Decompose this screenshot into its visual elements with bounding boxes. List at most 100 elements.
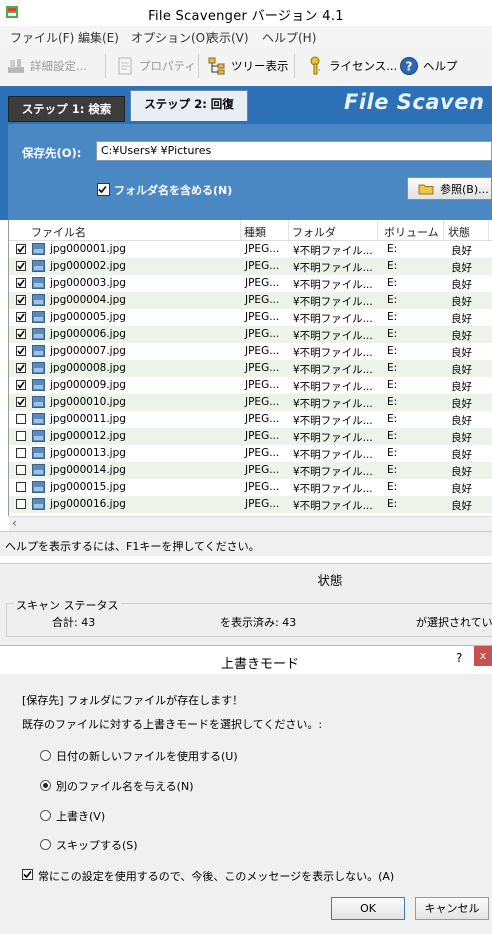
table-row[interactable]: jpg000009.jpg JPEG... ¥不明ファイル... E: 良好 — [9, 377, 492, 394]
image-file-icon — [32, 294, 45, 306]
radio-use-newer-label[interactable]: 日付の新しいファイルを使用する(U) — [56, 748, 238, 764]
file-name: jpg000003.jpg — [50, 277, 126, 289]
column-divider — [488, 220, 489, 240]
row-checkbox[interactable] — [16, 414, 26, 424]
file-name: jpg000011.jpg — [50, 413, 126, 425]
include-folder-checkbox[interactable] — [97, 183, 110, 196]
brand-logo: File Scaven — [344, 90, 485, 114]
radio-overwrite-label[interactable]: 上書き(V) — [56, 808, 105, 824]
tab-step2-recover[interactable]: ステップ 2: 回復 — [130, 90, 248, 121]
include-folder-label: フォルダ名を含める(N) — [114, 184, 233, 197]
table-row[interactable]: jpg000007.jpg JPEG... ¥不明ファイル... E: 良好 — [9, 343, 492, 360]
radio-rename-label[interactable]: 別のファイル名を与える(N) — [56, 778, 193, 794]
scroll-left-arrow-icon[interactable]: ‹ — [12, 516, 17, 530]
table-row[interactable]: jpg000003.jpg JPEG... ¥不明ファイル... E: 良好 — [9, 275, 492, 292]
table-row[interactable]: jpg000014.jpg JPEG... ¥不明ファイル... E: 良好 — [9, 462, 492, 479]
table-row[interactable]: jpg000012.jpg JPEG... ¥不明ファイル... E: 良好 — [9, 428, 492, 445]
menu-view[interactable]: 表示(V) — [207, 29, 249, 46]
row-checkbox[interactable] — [16, 278, 26, 288]
table-row[interactable]: jpg000015.jpg JPEG... ¥不明ファイル... E: 良好 — [9, 479, 492, 496]
file-name: jpg000009.jpg — [50, 379, 126, 391]
file-state: 良好 — [451, 313, 472, 325]
checkmark-icon — [17, 296, 25, 304]
checkmark-icon — [98, 185, 107, 194]
menu-file[interactable]: ファイル(F) — [10, 29, 74, 46]
column-header-volume[interactable]: ボリューム — [384, 224, 439, 240]
table-row[interactable]: jpg000013.jpg JPEG... ¥不明ファイル... E: 良好 — [9, 445, 492, 462]
radio-skip[interactable] — [40, 839, 51, 850]
dialog-close-button[interactable]: x — [474, 646, 492, 666]
cancel-button[interactable]: キャンセル — [415, 897, 489, 920]
row-checkbox[interactable] — [16, 329, 26, 339]
image-file-icon — [32, 243, 45, 255]
table-row[interactable]: jpg000016.jpg JPEG... ¥不明ファイル... E: 良好 — [9, 496, 492, 513]
menu-edit[interactable]: 編集(E) — [78, 29, 119, 46]
dialog-instruction: 既存のファイルに対する上書きモードを選択してください。: — [22, 718, 323, 731]
file-volume: E: — [387, 328, 398, 340]
tree-icon — [208, 57, 225, 75]
row-checkbox[interactable] — [16, 431, 26, 441]
details-button[interactable]: 詳細設定... — [6, 54, 87, 78]
image-file-icon — [32, 379, 45, 391]
column-header-filename[interactable]: ファイル名 — [31, 224, 86, 240]
checkmark-icon — [17, 347, 25, 355]
table-row[interactable]: jpg000002.jpg JPEG... ¥不明ファイル... E: 良好 — [9, 258, 492, 275]
row-checkbox[interactable] — [16, 397, 26, 407]
file-name: jpg000007.jpg — [50, 345, 126, 357]
row-checkbox[interactable] — [16, 499, 26, 509]
file-folder: ¥不明ファイル... — [293, 381, 373, 393]
table-row[interactable]: jpg000008.jpg JPEG... ¥不明ファイル... E: 良好 — [9, 360, 492, 377]
radio-use-newer[interactable] — [40, 750, 51, 761]
checkmark-icon — [17, 279, 25, 287]
radio-overwrite[interactable] — [40, 810, 51, 821]
file-type: JPEG... — [245, 498, 280, 510]
tree-view-button[interactable]: ツリー表示 — [207, 54, 289, 78]
column-header-type[interactable]: 種類 — [244, 224, 266, 240]
row-checkbox[interactable] — [16, 346, 26, 356]
radio-rename[interactable] — [40, 780, 51, 791]
row-checkbox[interactable] — [16, 482, 26, 492]
save-path-input[interactable]: C:¥Users¥ ¥Pictures — [96, 141, 492, 161]
tab-step1-search[interactable]: ステップ 1: 検索 — [8, 96, 125, 122]
license-button[interactable]: ライセンス... — [305, 54, 397, 78]
help-button[interactable]: ? ヘルプ — [399, 54, 458, 78]
horizontal-scrollbar[interactable] — [9, 516, 492, 531]
table-row[interactable]: jpg000004.jpg JPEG... ¥不明ファイル... E: 良好 — [9, 292, 492, 309]
file-type: JPEG... — [245, 311, 280, 323]
browse-label: 参照(B)... — [440, 182, 489, 196]
file-state: 良好 — [451, 432, 472, 444]
menu-help[interactable]: ヘルプ(H) — [262, 29, 316, 46]
table-row[interactable]: jpg000010.jpg JPEG... ¥不明ファイル... E: 良好 — [9, 394, 492, 411]
table-row[interactable]: jpg000005.jpg JPEG... ¥不明ファイル... E: 良好 — [9, 309, 492, 326]
dialog-message: [保存先] フォルダにファイルが存在します！ — [22, 694, 244, 707]
table-row[interactable]: jpg000011.jpg JPEG... ¥不明ファイル... E: 良好 — [9, 411, 492, 428]
file-state: 良好 — [451, 415, 472, 427]
row-checkbox[interactable] — [16, 295, 26, 305]
image-file-icon — [32, 413, 45, 425]
toolbar: 詳細設定... プロパティ ツリー表示 ライセンス... ? ヘルプ — [0, 46, 492, 87]
row-checkbox[interactable] — [16, 448, 26, 458]
column-header-state[interactable]: 状態 — [448, 224, 470, 240]
file-volume: E: — [387, 396, 398, 408]
row-checkbox[interactable] — [16, 465, 26, 475]
menu-options[interactable]: オプション(O) — [131, 29, 210, 46]
row-checkbox[interactable] — [16, 312, 26, 322]
column-header-folder[interactable]: フォルダ — [292, 224, 336, 240]
always-use-label[interactable]: 常にこの設定を使用するので、今後、このメッセージを表示しない。(A) — [38, 868, 394, 884]
row-checkbox[interactable] — [16, 363, 26, 373]
properties-button[interactable]: プロパティ — [115, 54, 196, 78]
ok-button[interactable]: OK — [331, 897, 405, 920]
row-checkbox[interactable] — [16, 244, 26, 254]
radio-skip-label[interactable]: スキップする(S) — [56, 837, 138, 853]
table-row[interactable]: jpg000001.jpg JPEG... ¥不明ファイル... E: 良好 — [9, 241, 492, 258]
column-divider — [288, 220, 289, 240]
row-checkbox[interactable] — [16, 380, 26, 390]
always-use-checkbox[interactable] — [22, 869, 33, 880]
tree-view-label: ツリー表示 — [231, 59, 289, 73]
browse-button[interactable]: 参照(B)... — [407, 177, 492, 200]
dialog-help-button[interactable]: ? — [456, 651, 462, 665]
row-checkbox[interactable] — [16, 261, 26, 271]
file-volume: E: — [387, 464, 398, 476]
table-row[interactable]: jpg000006.jpg JPEG... ¥不明ファイル... E: 良好 — [9, 326, 492, 343]
menu-bar: ファイル(F) 編集(E) オプション(O) 表示(V) ヘルプ(H) — [0, 26, 492, 46]
